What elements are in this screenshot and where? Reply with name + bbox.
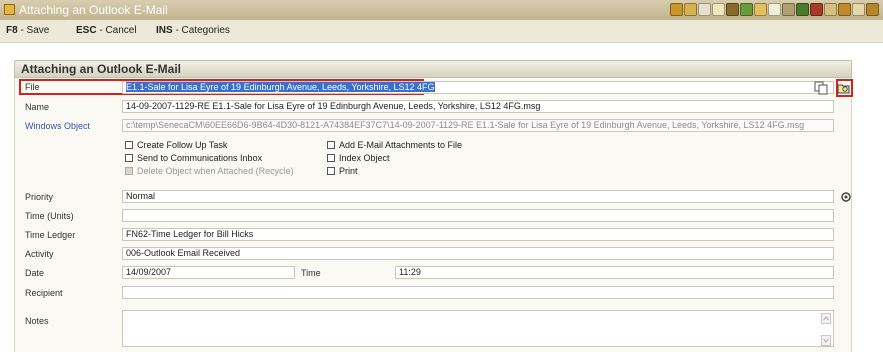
notes-label: Notes (25, 316, 49, 326)
toolbar-icons (670, 3, 879, 17)
time-ledger-field[interactable]: FN62-Time Ledger for Bill Hicks (122, 228, 834, 241)
file-field[interactable]: E1.1-Sale for Lisa Eyre of 19 Edinburgh … (122, 81, 834, 94)
folder-icon[interactable] (754, 3, 767, 16)
people-icon[interactable] (726, 3, 739, 16)
activity-value: 006-Outlook Email Received (126, 248, 241, 258)
file-value: E1.1-Sale for Lisa Eyre of 19 Edinburgh … (126, 82, 435, 92)
print-label: Print (339, 166, 358, 176)
panel-body: File E1.1-Sale for Lisa Eyre of 19 Edinb… (14, 78, 853, 352)
activity-field[interactable]: 006-Outlook Email Received (122, 247, 834, 260)
cancel-key: ESC (76, 25, 97, 36)
name-value: 14-09-2007-1129-RE E1.1-Sale for Lisa Ey… (126, 101, 541, 111)
categories-shortcut[interactable]: INS - Categories (156, 20, 230, 42)
mail-icon[interactable] (712, 3, 725, 16)
recipient-label: Recipient (25, 288, 63, 298)
name-field[interactable]: 14-09-2007-1129-RE E1.1-Sale for Lisa Ey… (122, 100, 834, 113)
home-icon[interactable] (838, 3, 851, 16)
windows-object-label[interactable]: Windows Object (25, 121, 90, 131)
tasks-icon[interactable] (824, 3, 837, 16)
checkbox-box (327, 154, 335, 162)
create-follow-up-checkbox[interactable]: Create Follow Up Task (125, 140, 227, 150)
windows-object-field: c:\temp\SenecaCM\60EE66D6-9B64-4D30-8121… (122, 119, 834, 132)
date-field[interactable]: 14/09/2007 (122, 266, 295, 279)
categories-label: - Categories (175, 25, 230, 36)
date-value: 14/09/2007 (126, 267, 172, 277)
index-object-label: Index Object (339, 153, 390, 163)
help-icon[interactable] (866, 3, 879, 16)
checkbox-box (327, 141, 335, 149)
save-shortcut[interactable]: F8 - Save (6, 20, 49, 42)
save-key: F8 (6, 25, 18, 36)
time-ledger-label: Time Ledger (25, 230, 76, 240)
time-value: 11:29 (399, 267, 421, 277)
windows-object-value: c:\temp\SenecaCM\60EE66D6-9B64-4D30-8121… (126, 120, 805, 130)
checkbox-box (327, 167, 335, 175)
notes-icon[interactable] (768, 3, 781, 16)
browse-icon[interactable] (837, 81, 851, 95)
time-field[interactable]: 11:29 (395, 266, 834, 279)
file-label: File (25, 82, 40, 92)
copy-icon[interactable] (814, 81, 828, 95)
time-units-field[interactable] (122, 209, 834, 222)
settings-icon[interactable] (796, 3, 809, 16)
notes-field[interactable] (122, 310, 834, 347)
shortcut-bar: F8 - Save ESC - Cancel INS - Categories (0, 20, 883, 43)
index-object-checkbox[interactable]: Index Object (327, 153, 390, 163)
send-to-comms-label: Send to Communications Inbox (137, 153, 263, 163)
checkbox-box (125, 167, 133, 175)
cancel-label: - Cancel (99, 25, 137, 36)
create-follow-up-label: Create Follow Up Task (137, 140, 228, 150)
checkbox-box (125, 141, 133, 149)
save-label: - Save (20, 25, 50, 36)
app-icon (4, 4, 15, 15)
cancel-shortcut[interactable]: ESC - Cancel (76, 20, 137, 42)
delete-object-label: Delete Object when Attached (Recycle) (137, 166, 294, 176)
priority-label: Priority (25, 192, 54, 202)
chart-icon[interactable] (740, 3, 753, 16)
priority-field[interactable]: Normal (122, 190, 834, 203)
title-bar: Attaching an Outlook E-Mail (0, 0, 883, 20)
add-attachments-label: Add E-Mail Attachments to File (339, 140, 463, 150)
time-units-label: Time (Units) (25, 211, 74, 221)
print-icon[interactable] (852, 3, 865, 16)
categories-key: INS (156, 25, 173, 36)
priority-value: Normal (126, 191, 156, 201)
address-book-icon[interactable] (670, 3, 683, 16)
send-to-comms-checkbox[interactable]: Send to Communications Inbox (125, 153, 262, 163)
delete-object-checkbox: Delete Object when Attached (Recycle) (125, 166, 294, 176)
name-label: Name (25, 102, 50, 112)
notes-scrollbar[interactable] (821, 313, 831, 346)
recipient-field[interactable] (122, 286, 834, 299)
date-label: Date (25, 268, 45, 278)
documents-icon[interactable] (698, 3, 711, 16)
print-checkbox[interactable]: Print (327, 166, 358, 176)
calendar-icon[interactable] (684, 3, 697, 16)
report-icon[interactable] (782, 3, 795, 16)
time-label: Time (301, 268, 321, 278)
panel-header: Attaching an Outlook E-Mail (14, 60, 852, 78)
add-attachments-checkbox[interactable]: Add E-Mail Attachments to File (327, 140, 462, 150)
time-ledger-value: FN62-Time Ledger for Bill Hicks (126, 229, 254, 239)
window-title: Attaching an Outlook E-Mail (19, 3, 168, 17)
checkbox-box (125, 154, 133, 162)
phone-icon[interactable] (810, 3, 823, 16)
activity-label: Activity (25, 249, 54, 259)
gear-icon[interactable] (839, 190, 853, 204)
